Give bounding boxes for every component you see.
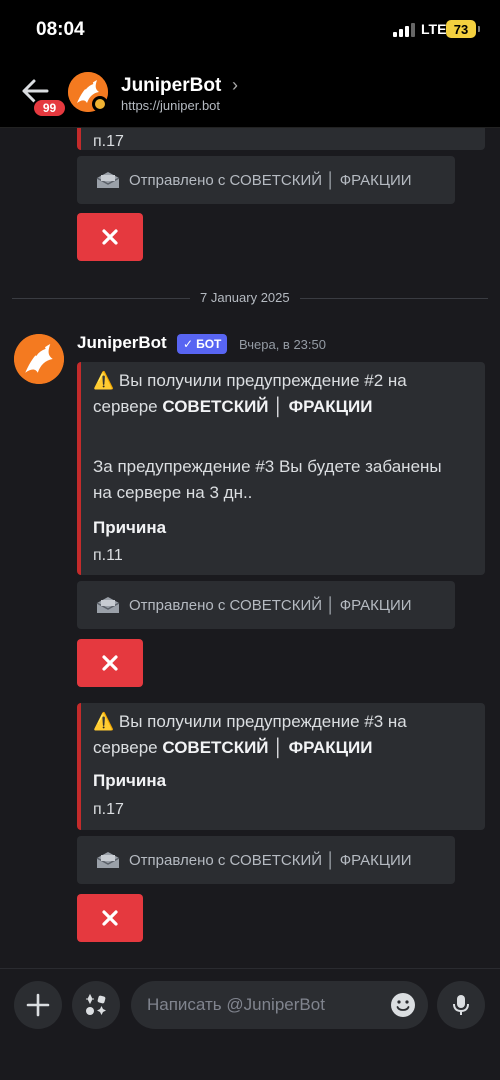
chevron-right-icon[interactable]: › [232, 75, 238, 96]
sent-from-label: Отправлено с СОВЕТСКИЙ │ ФРАКЦИИ [129, 171, 412, 189]
embed-title-line1: ⚠️ Вы получили предупреждение #2 на [93, 368, 407, 394]
embed-title-line1: ⚠️ Вы получили предупреждение #3 на [93, 709, 407, 735]
close-icon [102, 910, 118, 926]
dismiss-button[interactable] [77, 213, 143, 261]
server-name: СОВЕТСКИЙ │ ФРАКЦИИ [162, 397, 373, 416]
envelope-icon [96, 597, 120, 613]
embed-description-line2: на сервере на 3 дн.. [93, 483, 253, 502]
server-name: СОВЕТСКИЙ │ ФРАКЦИИ [162, 738, 373, 757]
embed-field-name: Причина [93, 518, 167, 537]
message-list[interactable]: п.17 Отправлено с СОВЕТСКИЙ │ ФРАКЦИИ 7 … [0, 128, 500, 968]
fox-logo-icon [14, 334, 64, 384]
envelope-icon [96, 172, 120, 188]
sent-from-button[interactable]: Отправлено с СОВЕТСКИЙ │ ФРАКЦИИ [77, 156, 455, 204]
status-bar: 08:04 LTE 73 [0, 0, 500, 60]
header-name[interactable]: JuniperBot [121, 75, 221, 97]
embed-description-line1: За предупреждение #3 Вы будете забанены [93, 457, 442, 476]
apps-button[interactable] [72, 981, 120, 1029]
embed-title-text: Вы получили предупреждение #3 на [118, 712, 407, 731]
sent-from-button[interactable]: Отправлено с СОВЕТСКИЙ │ ФРАКЦИИ [77, 836, 455, 884]
microphone-icon [453, 995, 469, 1015]
embed-field-value: п.17 [93, 133, 124, 150]
embed-title-text2: сервере [93, 738, 158, 757]
message-author[interactable]: JuniperBot [77, 333, 167, 353]
network-type: LTE [421, 21, 447, 37]
chat-header: 99 JuniperBot › https://juniper.bot [0, 60, 500, 128]
check-icon: ✓ [183, 337, 194, 351]
message-composer [0, 968, 500, 1080]
message-timestamp: Вчера, в 23:50 [239, 337, 326, 352]
battery-icon: 73 [446, 20, 480, 38]
message-input-box[interactable] [131, 981, 428, 1029]
embed-title-line2: сервере СОВЕТСКИЙ │ ФРАКЦИИ [93, 735, 372, 761]
signal-icon [393, 23, 415, 37]
status-time: 08:04 [36, 19, 85, 40]
plus-icon [26, 993, 50, 1017]
bot-tag: ✓ БОТ [177, 334, 228, 354]
close-icon [102, 655, 118, 671]
add-button[interactable] [14, 981, 62, 1029]
warning-embed: ⚠️ Вы получили предупреждение #3 на серв… [77, 703, 485, 830]
warning-embed: ⚠️ Вы получили предупреждение #2 на серв… [77, 362, 485, 575]
dismiss-button[interactable] [77, 894, 143, 942]
embed-field-name: Причина [93, 771, 167, 790]
status-idle-icon [92, 96, 108, 112]
sent-from-label: Отправлено с СОВЕТСКИЙ │ ФРАКЦИИ [129, 596, 412, 614]
header-url[interactable]: https://juniper.bot [121, 98, 220, 113]
embed-title-text2: сервере [93, 397, 158, 416]
bot-tag-label: БОТ [196, 337, 222, 351]
sent-from-label: Отправлено с СОВЕТСКИЙ │ ФРАКЦИИ [129, 851, 412, 869]
embed-previous: п.17 [77, 128, 485, 150]
message-input[interactable] [147, 981, 377, 1029]
unread-badge: 99 [32, 98, 67, 118]
close-icon [102, 229, 118, 245]
date-divider-label: 7 January 2025 [190, 290, 300, 305]
dismiss-button[interactable] [77, 639, 143, 687]
envelope-icon [96, 852, 120, 868]
embed-title-text: Вы получили предупреждение #2 на [118, 371, 407, 390]
warning-icon: ⚠️ [93, 371, 115, 390]
warning-icon: ⚠️ [93, 712, 115, 731]
embed-title-line2: сервере СОВЕТСКИЙ │ ФРАКЦИИ [93, 394, 372, 420]
voice-button[interactable] [437, 981, 485, 1029]
sent-from-button[interactable]: Отправлено с СОВЕТСКИЙ │ ФРАКЦИИ [77, 581, 455, 629]
embed-field-value: п.17 [93, 801, 124, 818]
emoji-icon[interactable] [390, 992, 416, 1018]
embed-field-value: п.11 [93, 547, 123, 564]
apps-icon [86, 993, 106, 1015]
avatar[interactable] [14, 334, 64, 384]
battery-level: 73 [453, 21, 469, 37]
